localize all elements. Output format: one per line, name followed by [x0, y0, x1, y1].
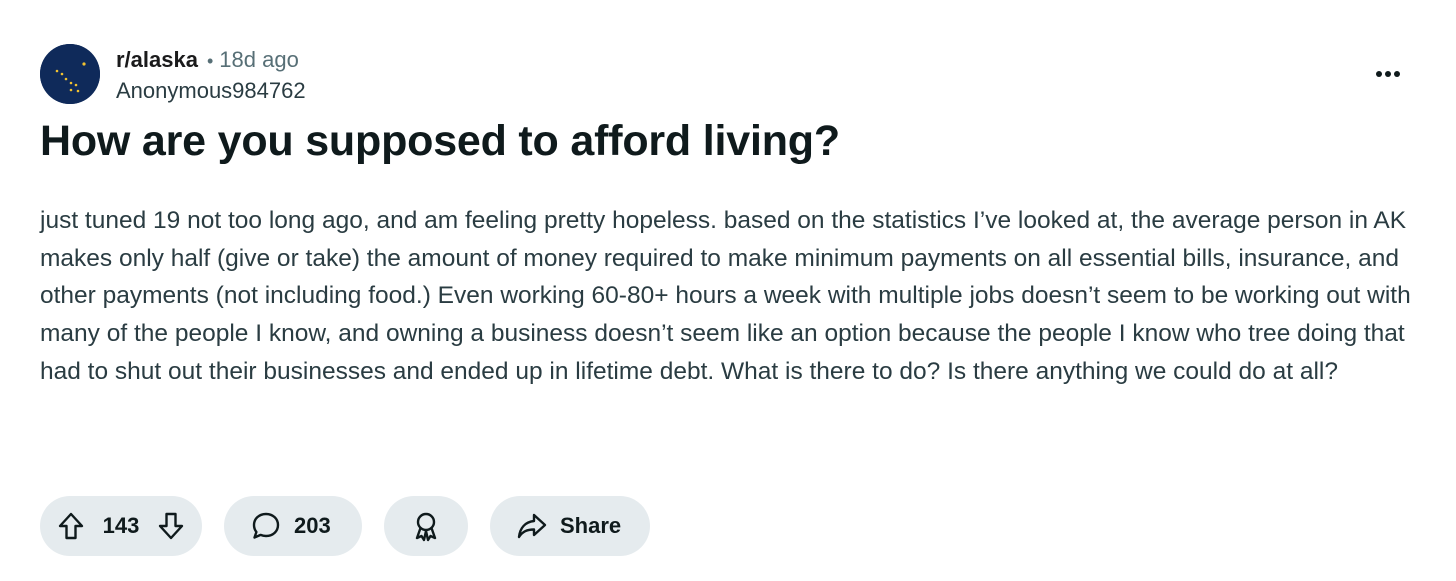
comment-count: 203 [294, 513, 331, 538]
subreddit-avatar[interactable] [40, 44, 100, 104]
downvote-button[interactable] [154, 509, 188, 543]
upvote-button[interactable] [54, 509, 88, 543]
meta-separator: • [206, 51, 214, 71]
downvote-arrow-icon [158, 512, 184, 540]
comment-bubble-icon [250, 510, 282, 542]
vote-control: 143 [40, 496, 202, 556]
post-meta: r/alaska • 18d ago [116, 46, 299, 75]
post-title[interactable]: How are you supposed to afford living? [40, 116, 840, 166]
award-button[interactable] [384, 496, 468, 556]
post-age: 18d ago [219, 47, 299, 72]
post-author[interactable]: Anonymous984762 [116, 77, 306, 105]
overflow-menu-button[interactable] [1366, 56, 1410, 92]
award-icon [411, 510, 441, 542]
vote-score: 143 [102, 513, 140, 538]
comments-button[interactable]: 203 [224, 496, 362, 556]
more-horizontal-icon [1376, 71, 1400, 77]
share-button[interactable]: Share [490, 496, 650, 556]
share-label: Share [560, 513, 622, 538]
share-arrow-icon [516, 511, 548, 541]
upvote-arrow-icon [58, 512, 84, 540]
subreddit-name[interactable]: r/alaska [116, 47, 198, 72]
alaska-flag-icon [40, 44, 100, 104]
post-card: r/alaska • 18d ago Anonymous984762 How are… [0, 0, 1456, 581]
post-body: just tuned 19 not too long ago, and am f… [40, 207, 1411, 385]
